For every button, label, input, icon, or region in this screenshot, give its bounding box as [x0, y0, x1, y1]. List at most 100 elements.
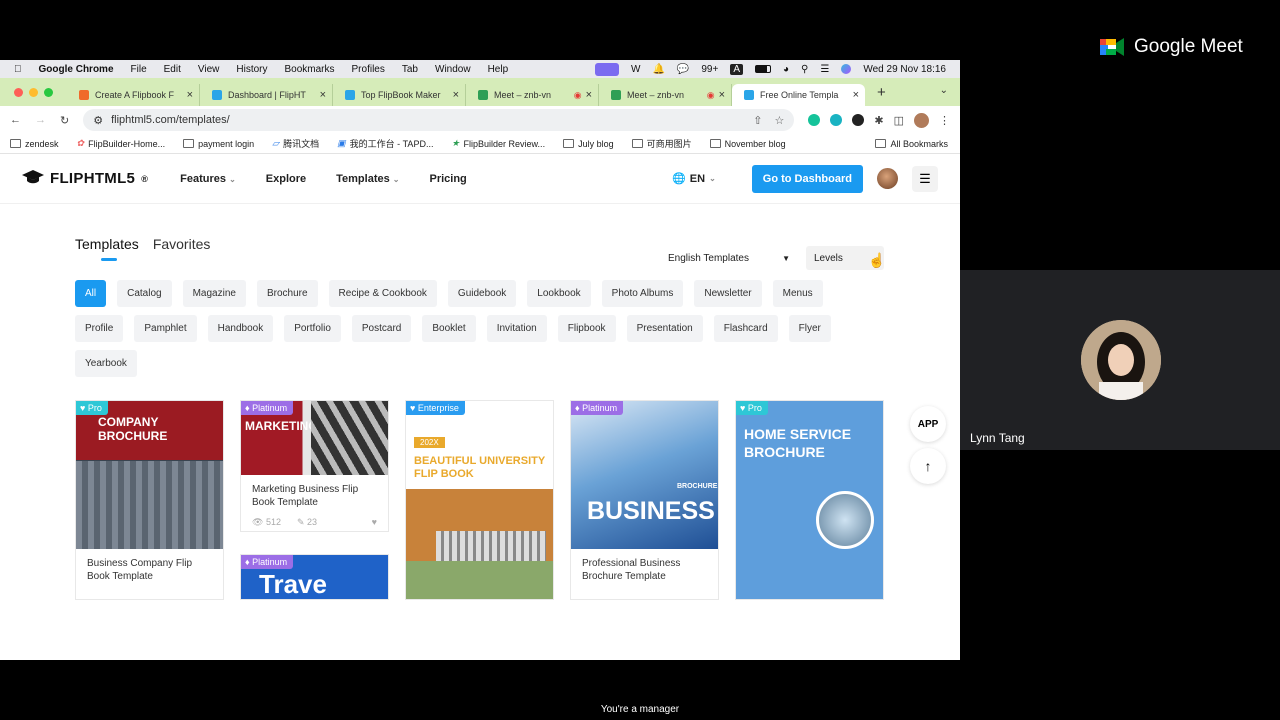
browser-tab[interactable]: Meet – znb-vn ◉ ×: [466, 84, 599, 106]
menu-tab[interactable]: Tab: [402, 64, 418, 75]
new-tab-icon[interactable]: +: [877, 84, 886, 101]
chip-brochure[interactable]: Brochure: [256, 280, 318, 307]
grammarly-icon[interactable]: [808, 114, 821, 126]
menu-help[interactable]: Help: [488, 64, 509, 75]
wifi-icon[interactable]: ◕: [783, 64, 789, 75]
reload-icon[interactable]: ↻: [60, 114, 69, 127]
tab-close-icon[interactable]: ×: [187, 89, 193, 101]
language-selector[interactable]: 🌐 EN ⌄: [672, 172, 716, 186]
browser-tab-active[interactable]: Free Online Templa ×: [732, 84, 865, 106]
menu-window[interactable]: Window: [435, 64, 471, 75]
bookmark-item[interactable]: ▣ 我的工作台 - TAPD...: [337, 137, 433, 150]
chip-magazine[interactable]: Magazine: [182, 280, 246, 307]
language-filter-select[interactable]: English Templates ▼: [662, 246, 796, 270]
chip-pamphlet[interactable]: Pamphlet: [134, 315, 197, 342]
chip-portfolio[interactable]: Portfolio: [284, 315, 341, 342]
browser-tab[interactable]: Dashboard | FlipHT ×: [200, 84, 333, 106]
menubar-clock[interactable]: Wed 29 Nov 18:16: [863, 64, 946, 75]
notification-bell-icon[interactable]: 🔔: [652, 64, 664, 75]
tab-close-icon[interactable]: ×: [453, 89, 459, 101]
control-center-icon[interactable]: ☰: [820, 64, 829, 75]
chip-invitation[interactable]: Invitation: [486, 315, 547, 342]
chrome-menu-icon[interactable]: ⋮: [939, 114, 950, 127]
template-card[interactable]: ♥ Pro COMPANY BROCHURE Business Company …: [75, 400, 224, 600]
tab-close-icon[interactable]: ×: [320, 89, 326, 101]
extensions-puzzle-icon[interactable]: ✱: [874, 114, 883, 127]
bookmark-item[interactable]: zendesk: [10, 139, 59, 149]
menu-history[interactable]: History: [236, 64, 267, 75]
browser-tab[interactable]: Meet – znb-vn ◉ ×: [599, 84, 732, 106]
tab-favorites[interactable]: Favorites: [153, 236, 211, 252]
bookmark-item[interactable]: ✿ FlipBuilder-Home...: [77, 138, 166, 149]
hamburger-menu-icon[interactable]: ☰: [912, 165, 938, 192]
chip-recipe-cookbook[interactable]: Recipe & Cookbook: [328, 280, 437, 307]
chip-flashcard[interactable]: Flashcard: [713, 315, 778, 342]
nav-pricing[interactable]: Pricing: [429, 173, 466, 185]
participant-tile[interactable]: Lynn Tang: [960, 270, 1280, 450]
app-download-button[interactable]: APP: [910, 406, 946, 442]
nav-features[interactable]: Features ⌄: [180, 173, 236, 185]
maximize-window-button[interactable]: [44, 87, 53, 97]
site-logo[interactable]: FLIPHTML5 ®: [22, 169, 148, 188]
chip-postcard[interactable]: Postcard: [351, 315, 412, 342]
chip-lookbook[interactable]: Lookbook: [527, 280, 591, 307]
bookmark-item[interactable]: July blog: [563, 139, 614, 149]
minimize-window-button[interactable]: [29, 87, 38, 97]
wps-icon[interactable]: W: [631, 64, 640, 75]
back-icon[interactable]: ←: [10, 114, 21, 126]
template-title[interactable]: Business Company Flip Book Template: [76, 549, 223, 583]
site-info-icon[interactable]: ⚙: [93, 114, 103, 127]
chip-flyer[interactable]: Flyer: [788, 315, 831, 342]
bookmark-item[interactable]: November blog: [709, 139, 786, 149]
chip-guidebook[interactable]: Guidebook: [447, 280, 517, 307]
siri-icon[interactable]: [841, 64, 852, 74]
tab-templates[interactable]: Templates: [75, 236, 139, 261]
chip-menus[interactable]: Menus: [772, 280, 823, 307]
go-to-dashboard-button[interactable]: Go to Dashboard: [751, 164, 863, 193]
template-title[interactable]: Professional Business Brochure Template: [571, 549, 718, 583]
template-card[interactable]: ♦ Platinum Trave: [240, 554, 389, 600]
template-card[interactable]: ♥ Enterprise 202X BEAUTIFUL UNIVERSITY F…: [405, 400, 554, 600]
url-input[interactable]: ⚙ fliphtml5.com/templates/ ⇧ ☆: [83, 109, 795, 131]
chip-flipbook[interactable]: Flipbook: [557, 315, 616, 342]
chip-all[interactable]: All: [75, 280, 107, 307]
menu-file[interactable]: File: [131, 64, 147, 75]
close-window-button[interactable]: [14, 87, 23, 97]
all-bookmarks-button[interactable]: All Bookmarks: [875, 139, 960, 149]
template-card[interactable]: ♦ Platinum MARKETING Marketing Business …: [240, 400, 389, 532]
nav-explore[interactable]: Explore: [266, 173, 306, 185]
template-card[interactable]: ♥ Pro HOME SERVICE BROCHURE: [735, 400, 884, 600]
chip-profile[interactable]: Profile: [75, 315, 124, 342]
extension-dark-icon[interactable]: [852, 114, 865, 126]
chip-photo-albums[interactable]: Photo Albums: [601, 280, 684, 307]
profile-avatar-icon[interactable]: [914, 112, 929, 128]
chip-presentation[interactable]: Presentation: [626, 315, 703, 342]
menu-edit[interactable]: Edit: [164, 64, 181, 75]
input-method-icon[interactable]: A: [730, 63, 743, 75]
menu-app-name[interactable]: Google Chrome: [39, 64, 114, 75]
extension-c-icon[interactable]: [830, 114, 843, 126]
chip-catalog[interactable]: Catalog: [117, 280, 172, 307]
apple-icon[interactable]: : [14, 64, 22, 75]
nav-templates[interactable]: Templates ⌄: [336, 173, 399, 185]
template-card[interactable]: ♦ Platinum BROCHURE BUSINESS Professiona…: [570, 400, 719, 600]
wechat-status-icon[interactable]: 💬: [677, 64, 689, 75]
chip-newsletter[interactable]: Newsletter: [694, 280, 762, 307]
chip-booklet[interactable]: Booklet: [422, 315, 476, 342]
favorite-heart-icon[interactable]: ♥: [372, 517, 377, 528]
tab-close-icon[interactable]: ×: [719, 89, 725, 101]
spotlight-icon[interactable]: ⚲: [801, 64, 808, 75]
tab-close-icon[interactable]: ×: [586, 89, 592, 101]
share-icon[interactable]: ⇧: [753, 114, 762, 127]
battery-icon[interactable]: [755, 65, 771, 73]
bookmark-star-icon[interactable]: ☆: [775, 114, 785, 127]
template-title[interactable]: Marketing Business Flip Book Template: [241, 475, 388, 509]
tab-close-icon[interactable]: ×: [853, 89, 859, 101]
chip-handbook[interactable]: Handbook: [207, 315, 274, 342]
forward-icon[interactable]: →: [35, 114, 46, 126]
menu-view[interactable]: View: [198, 64, 220, 75]
user-avatar[interactable]: [877, 168, 898, 189]
back-to-top-icon[interactable]: ↑: [910, 448, 946, 484]
bookmark-item[interactable]: 可商用图片: [631, 137, 692, 150]
side-panel-icon[interactable]: ◫: [894, 114, 904, 127]
